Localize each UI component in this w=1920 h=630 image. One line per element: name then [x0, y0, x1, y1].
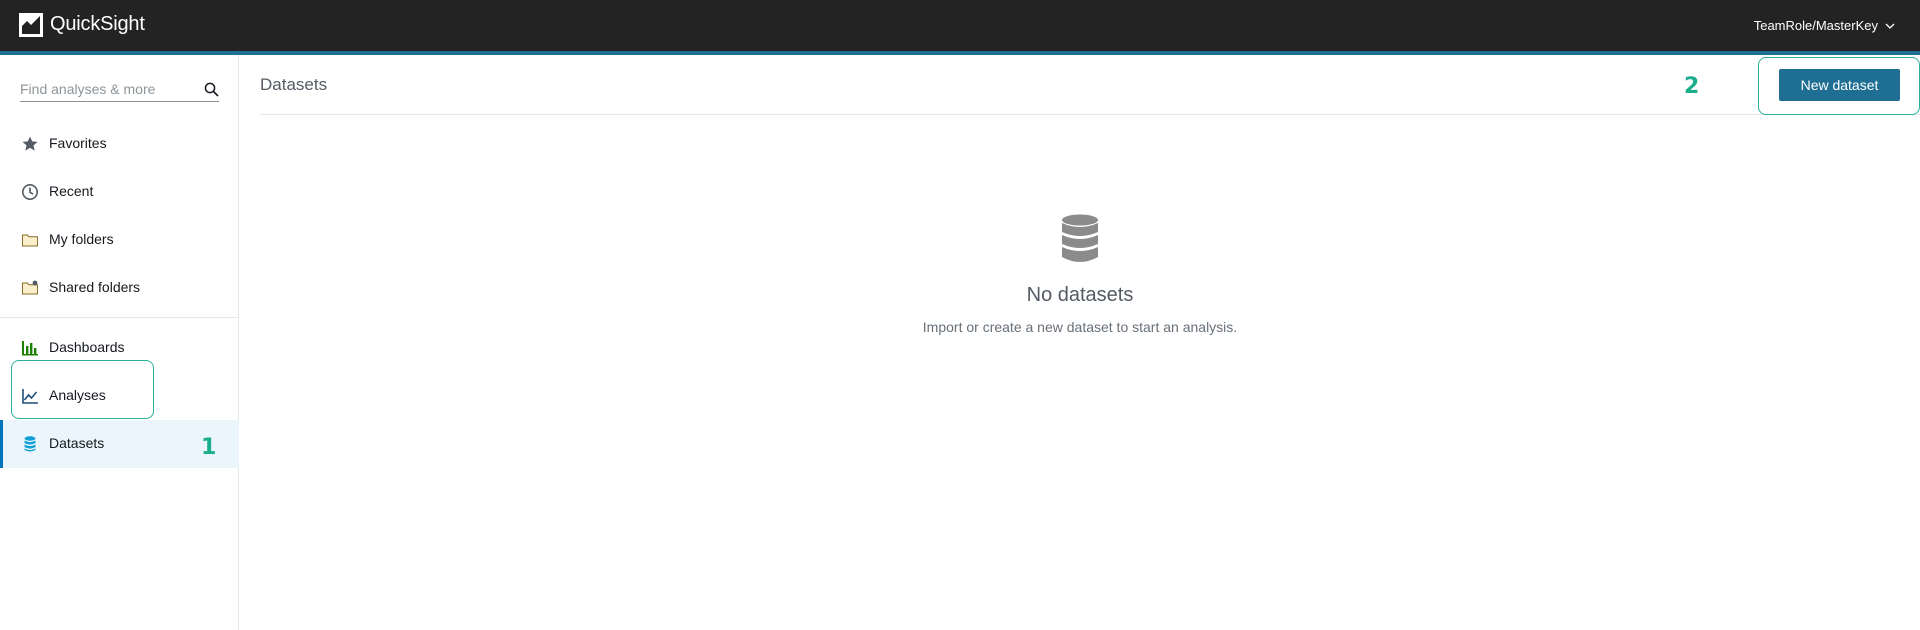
sidebar-item-shared-folders[interactable]: Shared folders: [0, 264, 239, 312]
title-divider: [260, 114, 1920, 115]
sidebar-item-analyses[interactable]: Analyses: [0, 372, 239, 420]
sidebar-item-favorites[interactable]: Favorites: [0, 120, 239, 168]
sidebar-item-my-folders[interactable]: My folders: [0, 216, 239, 264]
star-icon: [21, 135, 39, 153]
sidebar-item-recent[interactable]: Recent: [0, 168, 239, 216]
line-chart-icon: [21, 387, 39, 405]
sidebar-item-label: Datasets: [49, 435, 105, 451]
empty-state-title: No datasets: [1026, 284, 1134, 306]
sidebar: Favorites Recent My folders Shared folde…: [0, 55, 239, 630]
database-icon: [1061, 214, 1099, 266]
chevron-down-icon: [1884, 20, 1896, 32]
top-navigation-bar: QuickSight TeamRole/MasterKey: [0, 0, 1920, 51]
dashboard-icon: [21, 339, 39, 357]
sidebar-item-label: My folders: [49, 231, 114, 247]
quicksight-logo-icon[interactable]: [19, 13, 43, 37]
annotation-step-2: 2: [1684, 74, 1700, 99]
sidebar-divider: [0, 317, 239, 318]
annotation-step-1: 1: [201, 435, 217, 460]
search-box: [20, 78, 219, 102]
clock-icon: [21, 183, 39, 201]
page-title: Datasets: [260, 75, 328, 94]
sidebar-item-label: Favorites: [49, 135, 107, 151]
new-dataset-button[interactable]: New dataset: [1779, 69, 1900, 101]
user-name: TeamRole/MasterKey: [1753, 18, 1878, 33]
empty-state-description: Import or create a new dataset to start …: [922, 319, 1238, 335]
sidebar-item-label: Dashboards: [49, 339, 125, 355]
sidebar-item-label: Shared folders: [49, 279, 141, 295]
folder-icon: [21, 231, 39, 249]
sidebar-item-dashboards[interactable]: Dashboards: [0, 324, 239, 372]
user-menu[interactable]: TeamRole/MasterKey: [1754, 18, 1896, 33]
shared-folder-icon: [21, 279, 39, 297]
sidebar-item-label: Analyses: [49, 387, 106, 403]
search-icon[interactable]: [204, 82, 219, 97]
brand-name[interactable]: QuickSight: [50, 13, 145, 36]
search-input[interactable]: [20, 78, 195, 100]
sidebar-item-label: Recent: [49, 183, 94, 199]
topbar-accent-line: [0, 51, 1920, 55]
database-icon: [21, 435, 39, 453]
